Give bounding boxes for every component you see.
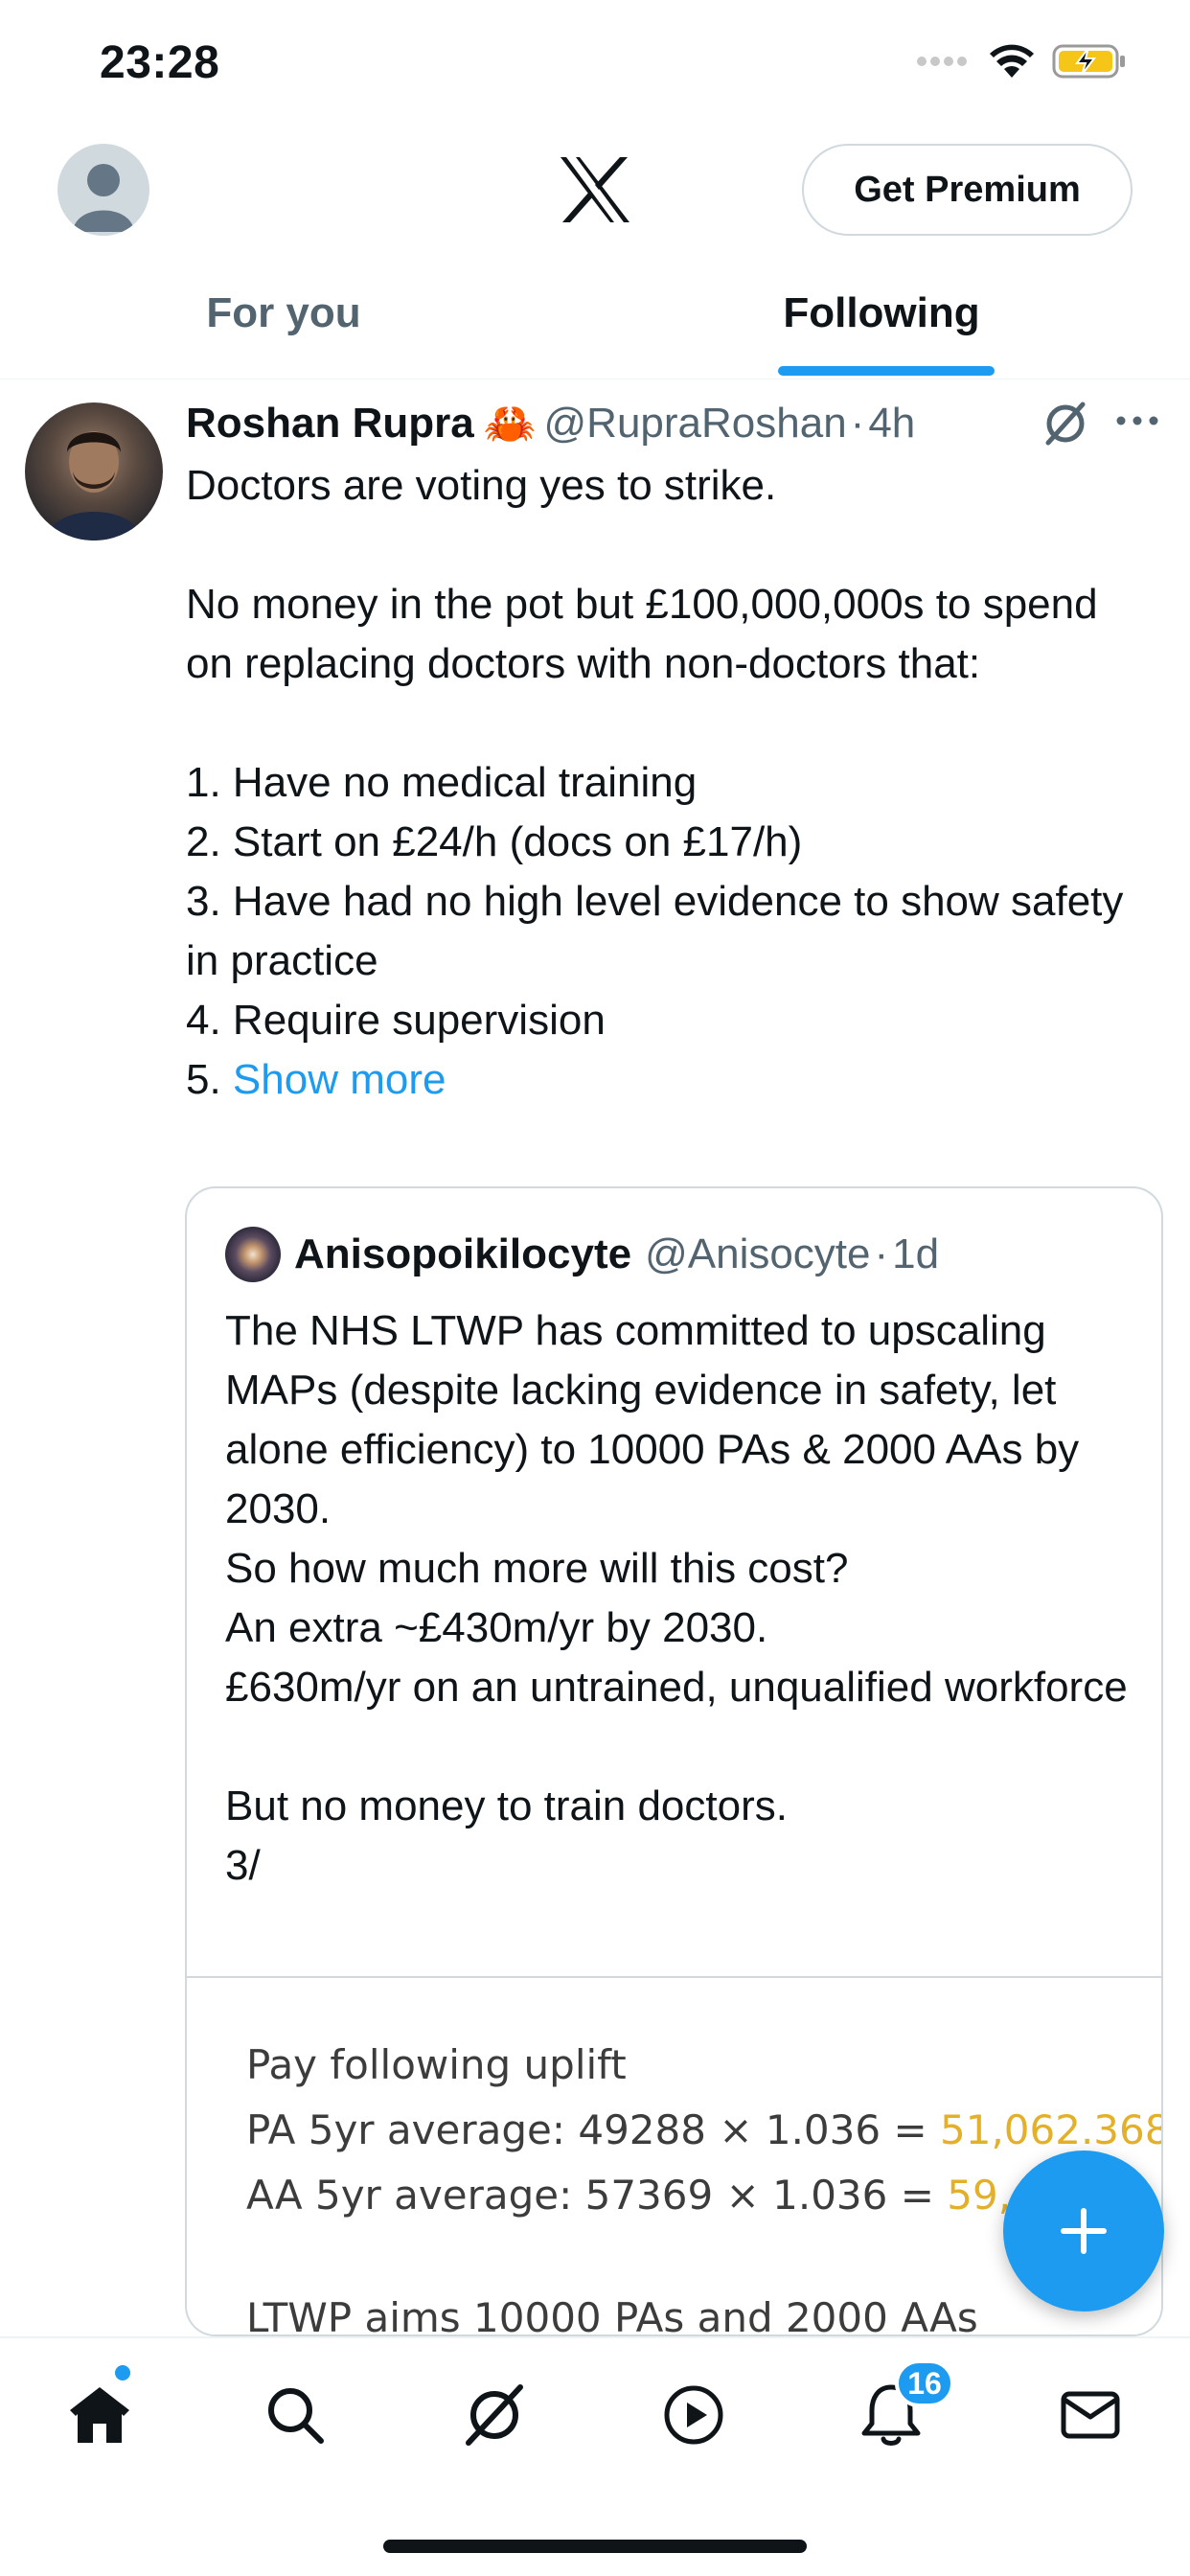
active-tab-indicator: [778, 366, 995, 376]
separator-dot: ·: [850, 400, 865, 447]
author-name[interactable]: Roshan Rupra: [186, 400, 474, 448]
image-text-line-2-prefix: PA 5yr average: 49288 × 1.036 =: [246, 2106, 940, 2153]
default-avatar-icon: [73, 164, 134, 232]
tab-for-you[interactable]: For you: [0, 289, 567, 380]
show-more-link[interactable]: Show more: [233, 1056, 446, 1103]
status-icons: [916, 42, 1129, 80]
grok-icon: [466, 2384, 523, 2446]
author-photo: [46, 431, 142, 540]
quoted-separator-dot: ·: [874, 1230, 889, 1277]
tweet-body-text: Doctors are voting yes to strike. No mon…: [186, 462, 1124, 1103]
image-text-line-4: LTWP aims 10000 PAs and 2000 AAs: [246, 2294, 978, 2336]
get-premium-button[interactable]: Get Premium: [802, 144, 1133, 236]
wifi-icon: [990, 44, 1034, 78]
image-text-line-3-prefix: AA 5yr average: 57369 × 1.036 =: [246, 2172, 948, 2219]
quoted-tweet-time: 1d: [892, 1230, 940, 1277]
status-bar: 23:28: [0, 0, 1190, 125]
quoted-author-avatar: [225, 1227, 281, 1282]
image-text-line-2-value: 51,062.368: [940, 2106, 1163, 2153]
mail-icon: [1061, 2391, 1120, 2439]
battery-icon: [1052, 44, 1125, 79]
quoted-tweet-header: Anisopoikilocyte @Anisocyte · 1d: [225, 1227, 939, 1282]
home-icon: [70, 2387, 129, 2443]
image-text-line-2: PA 5yr average: 49288 × 1.036 = 51,062.3…: [246, 2106, 1163, 2153]
home-indicator: [383, 2540, 807, 2553]
status-time: 23:28: [100, 37, 220, 88]
quoted-tweet-text: The NHS LTWP has committed to upscaling …: [225, 1307, 1128, 1889]
tweet-time[interactable]: 4h: [868, 400, 915, 448]
author-avatar[interactable]: [25, 402, 163, 540]
quoted-tweet-card[interactable]: Anisopoikilocyte @Anisocyte · 1d The NHS…: [185, 1186, 1163, 2336]
tweet-text: Doctors are voting yes to strike. No mon…: [186, 456, 1154, 1110]
compose-button[interactable]: [1003, 2150, 1164, 2312]
home-unread-dot: [115, 2365, 130, 2380]
author-handle[interactable]: @RupraRoshan: [544, 400, 847, 448]
profile-avatar[interactable]: [57, 144, 149, 236]
x-logo-icon[interactable]: [557, 151, 633, 228]
nav-grok[interactable]: [456, 2377, 533, 2453]
video-play-icon: [664, 2385, 723, 2445]
header: Get Premium For you Following: [0, 125, 1190, 380]
plus-icon: [1061, 2208, 1107, 2254]
search-icon: [268, 2388, 324, 2444]
nav-home[interactable]: [61, 2377, 138, 2453]
notifications-badge: 16: [895, 2359, 954, 2407]
nav-video[interactable]: [655, 2377, 732, 2453]
signal-icon: [917, 57, 967, 66]
image-text-line-3: AA 5yr average: 57369 × 1.036 = 59,43: [246, 2172, 1063, 2219]
image-text-line-1: Pay following uplift: [246, 2041, 627, 2088]
quoted-author-handle: @Anisocyte: [645, 1230, 871, 1277]
grok-icon[interactable]: [1041, 399, 1090, 448]
bottom-navigation: 16: [0, 2336, 1190, 2576]
more-options-icon[interactable]: [1115, 414, 1159, 427]
nav-messages[interactable]: [1052, 2377, 1129, 2453]
crab-emoji-icon: 🦀: [483, 401, 537, 448]
tweet-header: Roshan Rupra 🦀 @RupraRoshan · 4h: [186, 395, 1173, 452]
quoted-tweet-image[interactable]: Pay following uplift PA 5yr average: 492…: [187, 1978, 1163, 2336]
nav-search[interactable]: [257, 2377, 333, 2453]
quoted-author-name: Anisopoikilocyte: [294, 1230, 632, 1277]
